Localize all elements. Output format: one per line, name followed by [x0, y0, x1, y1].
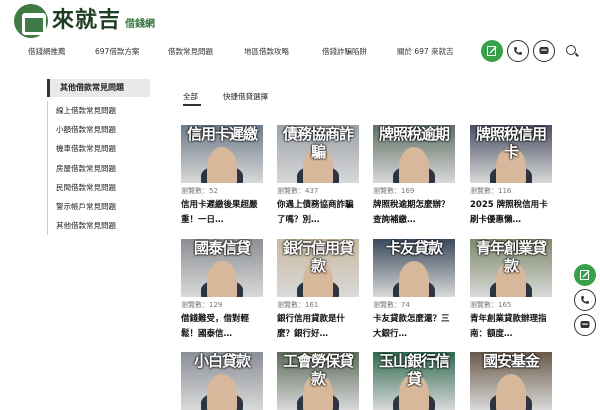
thumbnail-banner-text: 信用卡遲繳: [186, 125, 258, 143]
article-card[interactable]: 信用卡遲繳瀏覽數：52 信用卡遲繳後果超嚴重！一日…: [181, 125, 263, 228]
nav-item-regional[interactable]: 地區借款攻略: [244, 46, 289, 57]
article-title[interactable]: 銀行信用貸款是什麼？銀行好…: [277, 312, 359, 342]
sidebar-item-alert[interactable]: 警示帳戶常見問題: [47, 196, 150, 217]
edit-button[interactable]: [481, 40, 503, 62]
thumbnail-banner-text: 牌照稅信用卡: [475, 125, 547, 161]
nav-item-about[interactable]: 關於 697 來就吉: [397, 46, 454, 57]
float-edit-button[interactable]: [574, 264, 596, 286]
sidebar-item-small[interactable]: 小額借款常見問題: [47, 120, 150, 140]
article-thumbnail[interactable]: 國安基金: [470, 352, 552, 410]
view-count: 瀏覽數：129: [181, 301, 223, 309]
article-card[interactable]: 卡友貸款瀏覽數：74 卡友貸款怎麼還？三大銀行…: [373, 239, 455, 342]
thumbnail-banner-text: 牌照稅逾期: [378, 125, 450, 143]
sidebar-item-other[interactable]: 其他借款常見問題: [47, 216, 150, 236]
line-icon: [539, 47, 549, 54]
view-count: 瀏覽數：116: [470, 187, 512, 195]
article-card[interactable]: 小白貸款: [181, 352, 263, 410]
article-thumbnail[interactable]: 卡友貸款: [373, 239, 455, 297]
article-thumbnail[interactable]: 玉山銀行信貸: [373, 352, 455, 410]
article-title[interactable]: 青年創業貸款辦理指南：額度…: [470, 312, 552, 342]
thumbnail-figure: [496, 374, 526, 410]
view-count: 瀏覽數：52: [181, 187, 218, 195]
logo-icon: [14, 4, 48, 38]
thumbnail-figure: [399, 147, 429, 183]
sidebar-item-online[interactable]: 線上借款常見問題: [47, 101, 150, 121]
tab-active-indicator: [183, 104, 201, 106]
nav-item-fraud[interactable]: 借錢詐騙陷阱: [322, 46, 367, 57]
sidebar-title: 其他借款常見問題: [47, 79, 150, 97]
sidebar-item-private[interactable]: 民間借款常見問題: [47, 177, 150, 197]
thumbnail-figure: [207, 261, 237, 297]
view-count: 瀏覽數：165: [470, 301, 512, 309]
thumbnail-banner-text: 工會勞保貸款: [282, 352, 354, 388]
thumbnail-banner-text: 國安基金: [482, 352, 540, 370]
line-button[interactable]: [533, 40, 555, 62]
article-card[interactable]: 國安基金: [470, 352, 552, 410]
view-count: 瀏覽數：437: [277, 187, 319, 195]
article-title[interactable]: 借錢難受，借對輕鬆！國泰信…: [181, 312, 263, 342]
article-thumbnail[interactable]: 小白貸款: [181, 352, 263, 410]
article-card[interactable]: 工會勞保貸款: [277, 352, 359, 410]
brand-subtitle: 借錢網: [125, 19, 156, 30]
phone-icon: [514, 47, 522, 55]
thumbnail-figure: [207, 147, 237, 183]
view-count: 瀏覽數：161: [277, 301, 319, 309]
tab-all[interactable]: 全部: [183, 91, 198, 102]
thumbnail-banner-text: 卡友貸款: [385, 239, 443, 257]
thumbnail-banner-text: 銀行信用貸款: [282, 239, 354, 275]
article-thumbnail[interactable]: 牌照稅信用卡: [470, 125, 552, 183]
article-thumbnail[interactable]: 國泰信貸: [181, 239, 263, 297]
thumbnail-banner-text: 小白貸款: [193, 352, 251, 370]
thumbnail-figure: [399, 261, 429, 297]
article-thumbnail[interactable]: 銀行信用貸款: [277, 239, 359, 297]
article-card[interactable]: 牌照稅信用卡瀏覽數：116 2025 牌照稅信用卡刷卡優惠懶…: [470, 125, 552, 228]
thumbnail-banner-text: 玉山銀行信貸: [378, 352, 450, 388]
sidebar-item-house[interactable]: 房屋借款常見問題: [47, 158, 150, 178]
float-phone-button[interactable]: [574, 289, 596, 311]
search-icon[interactable]: [566, 45, 576, 55]
article-thumbnail[interactable]: 牌照稅逾期: [373, 125, 455, 183]
article-thumbnail[interactable]: 工會勞保貸款: [277, 352, 359, 410]
brand-name: 來就吉: [52, 8, 122, 33]
view-count: 瀏覽數：74: [373, 301, 410, 309]
article-title[interactable]: 牌照稅逾期怎麼辦？查詢補繳…: [373, 198, 455, 228]
article-card[interactable]: 銀行信用貸款瀏覽數：161 銀行信用貸款是什麼？銀行好…: [277, 239, 359, 342]
article-card[interactable]: 國泰信貸瀏覽數：129 借錢難受，借對輕鬆！國泰信…: [181, 239, 263, 342]
thumbnail-banner-text: 青年創業貸款: [475, 239, 547, 275]
article-title[interactable]: 2025 牌照稅信用卡刷卡優惠懶…: [470, 198, 552, 228]
article-title[interactable]: 卡友貸款怎麼還？三大銀行…: [373, 312, 455, 342]
thumbnail-banner-text: 債務協商詐騙: [282, 125, 354, 161]
article-card[interactable]: 債務協商詐騙瀏覽數：437 你遇上債務協商詐騙了嗎？別…: [277, 125, 359, 228]
article-card[interactable]: 青年創業貸款瀏覽數：165 青年創業貸款辦理指南：額度…: [470, 239, 552, 342]
float-line-button[interactable]: [574, 314, 596, 336]
sidebar: 其他借款常見問題 線上借款常見問題 小額借款常見問題 機車借款常見問題 房屋借款…: [47, 79, 150, 236]
article-thumbnail[interactable]: 青年創業貸款: [470, 239, 552, 297]
nav-item-recommend[interactable]: 借錢網推薦: [28, 46, 66, 57]
article-thumbnail[interactable]: 債務協商詐騙: [277, 125, 359, 183]
article-card[interactable]: 牌照稅逾期瀏覽數：169 牌照稅逾期怎麼辦？查詢補繳…: [373, 125, 455, 228]
edit-icon: [487, 46, 497, 56]
article-card[interactable]: 玉山銀行信貸: [373, 352, 455, 410]
view-count: 瀏覽數：169: [373, 187, 415, 195]
sidebar-item-scooter[interactable]: 機車借款常見問題: [47, 139, 150, 159]
nav-item-697-plan[interactable]: 697借款方案: [95, 46, 139, 57]
nav-item-faq[interactable]: 借款常見問題: [168, 46, 213, 57]
phone-button[interactable]: [507, 40, 529, 62]
thumbnail-banner-text: 國泰信貸: [193, 239, 251, 257]
phone-icon: [581, 296, 589, 304]
site-logo[interactable]: 來就吉 借錢網: [14, 2, 155, 38]
thumbnail-figure: [207, 374, 237, 410]
line-icon: [580, 321, 590, 328]
article-thumbnail[interactable]: 信用卡遲繳: [181, 125, 263, 183]
tab-quick-loan[interactable]: 快捷借貸選擇: [223, 91, 268, 102]
edit-icon: [580, 270, 590, 280]
article-title[interactable]: 信用卡遲繳後果超嚴重！一日…: [181, 198, 263, 228]
article-title[interactable]: 你遇上債務協商詐騙了嗎？別…: [277, 198, 359, 228]
